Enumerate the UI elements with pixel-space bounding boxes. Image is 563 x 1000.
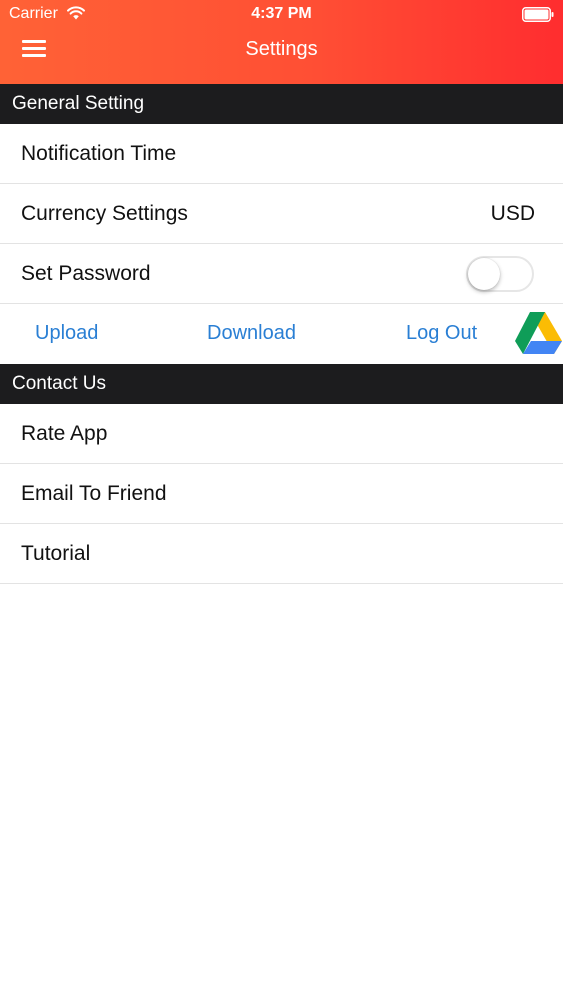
row-label: Rate App: [21, 422, 108, 445]
status-bar: Carrier 4:37 PM: [0, 0, 563, 28]
download-button[interactable]: Download: [207, 304, 296, 362]
currency-settings-row[interactable]: Currency Settings USD: [0, 184, 563, 244]
status-time: 4:37 PM: [251, 5, 312, 22]
log-out-button[interactable]: Log Out: [406, 304, 477, 362]
rate-app-row[interactable]: Rate App: [0, 404, 563, 464]
row-label: Email To Friend: [21, 482, 167, 505]
toggle-knob: [468, 258, 500, 290]
row-label: Notification Time: [21, 142, 177, 165]
row-label: Currency Settings: [21, 202, 188, 225]
google-drive-icon[interactable]: [514, 311, 563, 355]
tutorial-row[interactable]: Tutorial: [0, 524, 563, 584]
currency-value: USD: [490, 202, 535, 225]
section-header-contact: Contact Us: [0, 364, 563, 404]
page-title: Settings: [245, 38, 318, 60]
notification-time-row[interactable]: Notification Time: [0, 124, 563, 184]
section-header-general: General Setting: [0, 84, 563, 124]
email-to-friend-row[interactable]: Email To Friend: [0, 464, 563, 524]
sync-actions-row: Upload Download Log Out: [0, 304, 563, 364]
set-password-row: Set Password: [0, 244, 563, 304]
password-toggle[interactable]: [466, 256, 534, 292]
upload-button[interactable]: Upload: [35, 304, 98, 362]
navigation-bar: Carrier 4:37 PM Settings: [0, 0, 563, 84]
row-label: Set Password: [21, 262, 151, 285]
battery-full-icon: [522, 7, 554, 22]
row-label: Tutorial: [21, 542, 91, 565]
